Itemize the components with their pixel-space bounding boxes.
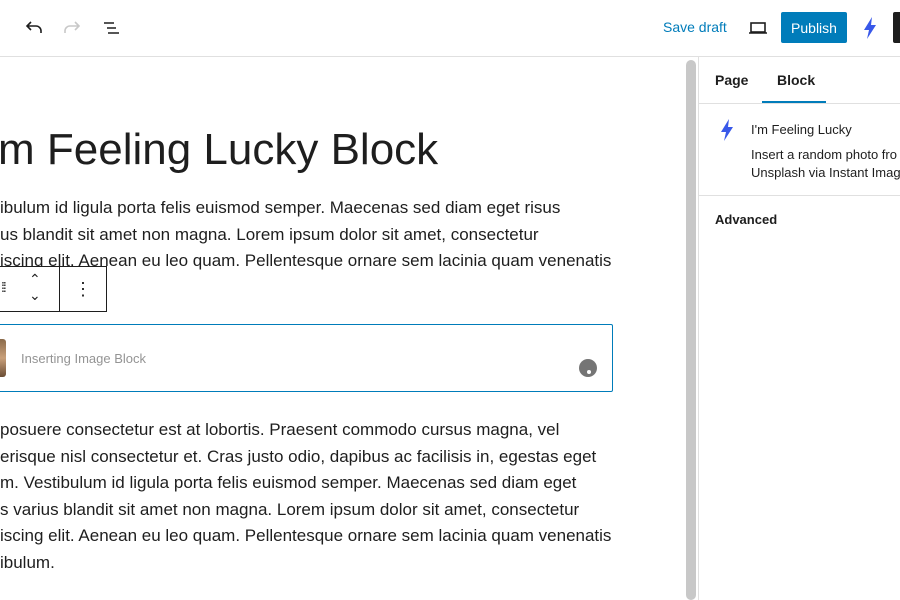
advanced-panel-toggle[interactable]: Advanced xyxy=(715,212,777,227)
move-down-icon[interactable]: ⌄ xyxy=(29,287,41,304)
top-toolbar: Save draft Publish xyxy=(0,0,900,57)
page-title[interactable]: m Feeling Lucky Block xyxy=(0,125,438,175)
spinner-icon xyxy=(579,359,597,377)
divider xyxy=(699,103,900,104)
line: ibulum id ligula porta felis euismod sem… xyxy=(0,198,561,217)
line: Insert a random photo fro xyxy=(751,147,897,162)
line: Unsplash via Instant Imag xyxy=(751,165,900,180)
more-options-icon[interactable]: ⋮ xyxy=(60,267,106,311)
tab-page[interactable]: Page xyxy=(715,72,748,88)
line: iscing elit. Aenean eu leo quam. Pellent… xyxy=(0,526,612,545)
block-description: Insert a random photo fro Unsplash via I… xyxy=(751,146,900,182)
image-block[interactable]: Inserting Image Block xyxy=(0,324,613,392)
move-up-icon[interactable]: ⌃ xyxy=(29,271,41,288)
scrollbar[interactable] xyxy=(686,60,696,600)
tab-block[interactable]: Block xyxy=(777,72,815,88)
divider xyxy=(699,195,900,196)
redo-icon[interactable] xyxy=(60,16,84,40)
editor-canvas: m Feeling Lucky Block ibulum id ligula p… xyxy=(0,57,684,600)
inserting-status: Inserting Image Block xyxy=(21,351,147,366)
lightning-bolt-icon[interactable] xyxy=(860,15,880,41)
line: posuere consectetur est at lobortis. Pra… xyxy=(0,420,560,439)
block-name: I'm Feeling Lucky xyxy=(751,122,852,137)
block-toolbar: ⁞⁞ ⌃ ⌄ ⋮ xyxy=(0,266,107,312)
lightning-bolt-icon xyxy=(719,119,735,141)
line: us blandit sit amet non magna. Lorem ips… xyxy=(0,224,539,244)
paragraph-block[interactable]: posuere consectetur est at lobortis. Pra… xyxy=(0,417,611,576)
image-thumbnail xyxy=(0,339,6,377)
preview-icon[interactable] xyxy=(746,16,770,40)
paragraph-block[interactable]: ibulum id ligula porta felis euismod sem… xyxy=(0,195,611,275)
line: erisque nisl consectetur et. Cras justo … xyxy=(0,446,597,466)
line: ibulum. xyxy=(0,552,55,572)
settings-sidebar: Page Block I'm Feeling Lucky Insert a ra… xyxy=(698,57,900,600)
save-draft-button[interactable]: Save draft xyxy=(663,19,727,35)
settings-button[interactable] xyxy=(893,12,900,43)
line: m. Vestibulum id ligula porta felis euis… xyxy=(0,473,577,492)
line: s varius blandit sit amet non magna. Lor… xyxy=(0,499,580,519)
drag-handle-icon[interactable]: ⁞⁞ xyxy=(1,279,7,295)
undo-icon[interactable] xyxy=(22,16,46,40)
publish-button[interactable]: Publish xyxy=(781,12,847,43)
document-overview-icon[interactable] xyxy=(99,16,123,40)
